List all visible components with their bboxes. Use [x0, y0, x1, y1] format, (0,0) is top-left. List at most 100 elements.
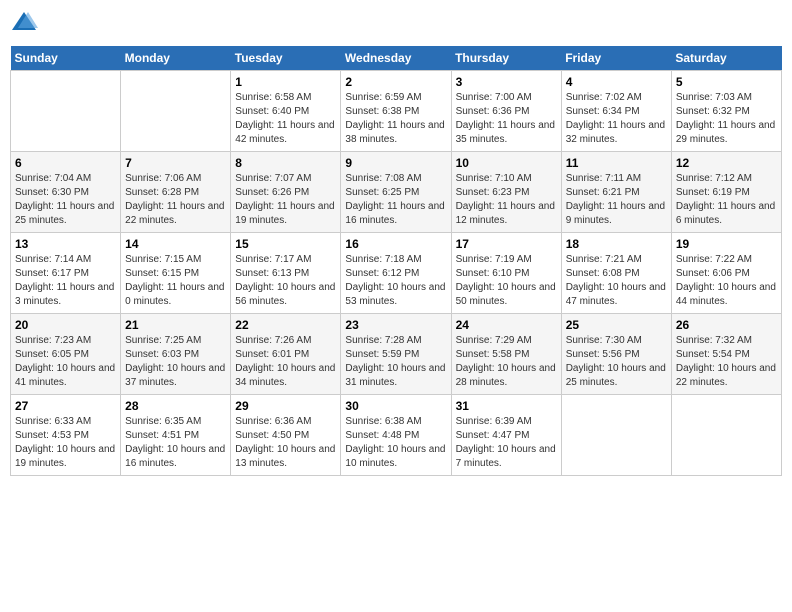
- column-header-saturday: Saturday: [671, 46, 781, 71]
- calendar-cell: [671, 395, 781, 476]
- day-info: Sunrise: 7:28 AM Sunset: 5:59 PM Dayligh…: [345, 334, 446, 390]
- day-number: 24: [456, 318, 557, 332]
- day-number: 20: [15, 318, 116, 332]
- day-info: Sunrise: 7:12 AM Sunset: 6:19 PM Dayligh…: [676, 172, 777, 228]
- day-info: Sunrise: 7:14 AM Sunset: 6:17 PM Dayligh…: [15, 253, 116, 309]
- calendar-cell: 3 Sunrise: 7:00 AM Sunset: 6:36 PM Daylig…: [451, 71, 561, 152]
- calendar-week-row: 13 Sunrise: 7:14 AM Sunset: 6:17 PM Dayli…: [11, 233, 782, 314]
- calendar-cell: 7Sunrise: 7:06 AM Sunset: 6:28 PM Daylig…: [121, 152, 231, 233]
- calendar-cell: 25 Sunrise: 7:30 AM Sunset: 5:56 PM Dayli…: [561, 314, 671, 395]
- calendar-cell: 23 Sunrise: 7:28 AM Sunset: 5:59 PM Dayli…: [341, 314, 451, 395]
- day-number: 18: [566, 237, 667, 251]
- day-info: Sunrise: 7:04 AM Sunset: 6:30 PM Dayligh…: [15, 172, 116, 228]
- calendar-cell: 2Sunrise: 6:59 AM Sunset: 6:38 PM Daylig…: [341, 71, 451, 152]
- calendar-cell: 20 Sunrise: 7:23 AM Sunset: 6:05 PM Dayli…: [11, 314, 121, 395]
- day-info: Sunrise: 7:19 AM Sunset: 6:10 PM Dayligh…: [456, 253, 557, 309]
- day-number: 30: [345, 399, 446, 413]
- calendar-header-row: SundayMondayTuesdayWednesdayThursdayFrid…: [11, 46, 782, 71]
- day-info: Sunrise: 7:11 AM Sunset: 6:21 PM Dayligh…: [566, 172, 667, 228]
- day-number: 10: [456, 156, 557, 170]
- day-info: Sunrise: 6:38 AM Sunset: 4:48 PM Dayligh…: [345, 415, 446, 471]
- calendar-cell: 4Sunrise: 7:02 AM Sunset: 6:34 PM Daylig…: [561, 71, 671, 152]
- day-info: Sunrise: 7:26 AM Sunset: 6:01 PM Dayligh…: [235, 334, 336, 390]
- calendar-cell: 17 Sunrise: 7:19 AM Sunset: 6:10 PM Dayli…: [451, 233, 561, 314]
- calendar-cell: 5 Sunrise: 7:03 AM Sunset: 6:32 PM Daylig…: [671, 71, 781, 152]
- day-info: Sunrise: 7:30 AM Sunset: 5:56 PM Dayligh…: [566, 334, 667, 390]
- day-info: Sunrise: 7:15 AM Sunset: 6:15 PM Dayligh…: [125, 253, 226, 309]
- logo: [10, 10, 42, 38]
- day-number: 15: [235, 237, 336, 251]
- calendar-cell: 13 Sunrise: 7:14 AM Sunset: 6:17 PM Dayli…: [11, 233, 121, 314]
- calendar-cell: 30 Sunrise: 6:38 AM Sunset: 4:48 PM Dayli…: [341, 395, 451, 476]
- calendar-cell: 31 Sunrise: 6:39 AM Sunset: 4:47 PM Dayli…: [451, 395, 561, 476]
- calendar-week-row: 27Sunrise: 6:33 AM Sunset: 4:53 PM Dayli…: [11, 395, 782, 476]
- day-number: 29: [235, 399, 336, 413]
- day-number: 13: [15, 237, 116, 251]
- day-info: Sunrise: 7:23 AM Sunset: 6:05 PM Dayligh…: [15, 334, 116, 390]
- day-info: Sunrise: 7:10 AM Sunset: 6:23 PM Dayligh…: [456, 172, 557, 228]
- calendar-cell: 15 Sunrise: 7:17 AM Sunset: 6:13 PM Dayli…: [231, 233, 341, 314]
- calendar-cell: 10 Sunrise: 7:10 AM Sunset: 6:23 PM Dayli…: [451, 152, 561, 233]
- day-number: 25: [566, 318, 667, 332]
- day-number: 6: [15, 156, 116, 170]
- calendar-cell: 6 Sunrise: 7:04 AM Sunset: 6:30 PM Daylig…: [11, 152, 121, 233]
- day-number: 12: [676, 156, 777, 170]
- day-info: Sunrise: 7:25 AM Sunset: 6:03 PM Dayligh…: [125, 334, 226, 390]
- day-info: Sunrise: 7:07 AM Sunset: 6:26 PM Dayligh…: [235, 172, 336, 228]
- day-number: 1: [235, 75, 336, 89]
- column-header-wednesday: Wednesday: [341, 46, 451, 71]
- calendar-cell: 18 Sunrise: 7:21 AM Sunset: 6:08 PM Dayli…: [561, 233, 671, 314]
- calendar-cell: 24Sunrise: 7:29 AM Sunset: 5:58 PM Dayli…: [451, 314, 561, 395]
- column-header-friday: Friday: [561, 46, 671, 71]
- calendar-week-row: 1 Sunrise: 6:58 AM Sunset: 6:40 PM Daylig…: [11, 71, 782, 152]
- day-number: 21: [125, 318, 226, 332]
- day-info: Sunrise: 7:32 AM Sunset: 5:54 PM Dayligh…: [676, 334, 777, 390]
- calendar-cell: [11, 71, 121, 152]
- day-number: 28: [125, 399, 226, 413]
- day-number: 14: [125, 237, 226, 251]
- day-number: 5: [676, 75, 777, 89]
- day-number: 3: [456, 75, 557, 89]
- day-number: 19: [676, 237, 777, 251]
- day-info: Sunrise: 7:17 AM Sunset: 6:13 PM Dayligh…: [235, 253, 336, 309]
- calendar-cell: 12 Sunrise: 7:12 AM Sunset: 6:19 PM Dayli…: [671, 152, 781, 233]
- day-number: 31: [456, 399, 557, 413]
- day-info: Sunrise: 6:39 AM Sunset: 4:47 PM Dayligh…: [456, 415, 557, 471]
- day-info: Sunrise: 7:22 AM Sunset: 6:06 PM Dayligh…: [676, 253, 777, 309]
- day-number: 22: [235, 318, 336, 332]
- calendar-cell: 9Sunrise: 7:08 AM Sunset: 6:25 PM Daylig…: [341, 152, 451, 233]
- day-info: Sunrise: 6:58 AM Sunset: 6:40 PM Dayligh…: [235, 91, 336, 147]
- calendar-cell: [561, 395, 671, 476]
- page-header: [10, 10, 782, 38]
- day-info: Sunrise: 7:03 AM Sunset: 6:32 PM Dayligh…: [676, 91, 777, 147]
- day-info: Sunrise: 7:08 AM Sunset: 6:25 PM Dayligh…: [345, 172, 446, 228]
- day-info: Sunrise: 7:00 AM Sunset: 6:36 PM Dayligh…: [456, 91, 557, 147]
- calendar-cell: 16 Sunrise: 7:18 AM Sunset: 6:12 PM Dayli…: [341, 233, 451, 314]
- calendar-cell: [121, 71, 231, 152]
- day-info: Sunrise: 7:21 AM Sunset: 6:08 PM Dayligh…: [566, 253, 667, 309]
- logo-icon: [10, 10, 38, 38]
- day-info: Sunrise: 6:35 AM Sunset: 4:51 PM Dayligh…: [125, 415, 226, 471]
- day-info: Sunrise: 6:33 AM Sunset: 4:53 PM Dayligh…: [15, 415, 116, 471]
- calendar-week-row: 20 Sunrise: 7:23 AM Sunset: 6:05 PM Dayli…: [11, 314, 782, 395]
- day-number: 16: [345, 237, 446, 251]
- calendar-week-row: 6 Sunrise: 7:04 AM Sunset: 6:30 PM Daylig…: [11, 152, 782, 233]
- calendar-cell: 21 Sunrise: 7:25 AM Sunset: 6:03 PM Dayli…: [121, 314, 231, 395]
- calendar-cell: 14 Sunrise: 7:15 AM Sunset: 6:15 PM Dayli…: [121, 233, 231, 314]
- day-info: Sunrise: 7:06 AM Sunset: 6:28 PM Dayligh…: [125, 172, 226, 228]
- calendar-cell: 19 Sunrise: 7:22 AM Sunset: 6:06 PM Dayli…: [671, 233, 781, 314]
- day-number: 8: [235, 156, 336, 170]
- calendar-cell: 8 Sunrise: 7:07 AM Sunset: 6:26 PM Daylig…: [231, 152, 341, 233]
- calendar-cell: 11Sunrise: 7:11 AM Sunset: 6:21 PM Dayli…: [561, 152, 671, 233]
- calendar-cell: 22 Sunrise: 7:26 AM Sunset: 6:01 PM Dayli…: [231, 314, 341, 395]
- day-number: 4: [566, 75, 667, 89]
- day-info: Sunrise: 6:36 AM Sunset: 4:50 PM Dayligh…: [235, 415, 336, 471]
- calendar-cell: 29 Sunrise: 6:36 AM Sunset: 4:50 PM Dayli…: [231, 395, 341, 476]
- day-number: 26: [676, 318, 777, 332]
- column-header-sunday: Sunday: [11, 46, 121, 71]
- day-info: Sunrise: 7:18 AM Sunset: 6:12 PM Dayligh…: [345, 253, 446, 309]
- day-number: 23: [345, 318, 446, 332]
- calendar-cell: 26 Sunrise: 7:32 AM Sunset: 5:54 PM Dayli…: [671, 314, 781, 395]
- day-number: 17: [456, 237, 557, 251]
- column-header-thursday: Thursday: [451, 46, 561, 71]
